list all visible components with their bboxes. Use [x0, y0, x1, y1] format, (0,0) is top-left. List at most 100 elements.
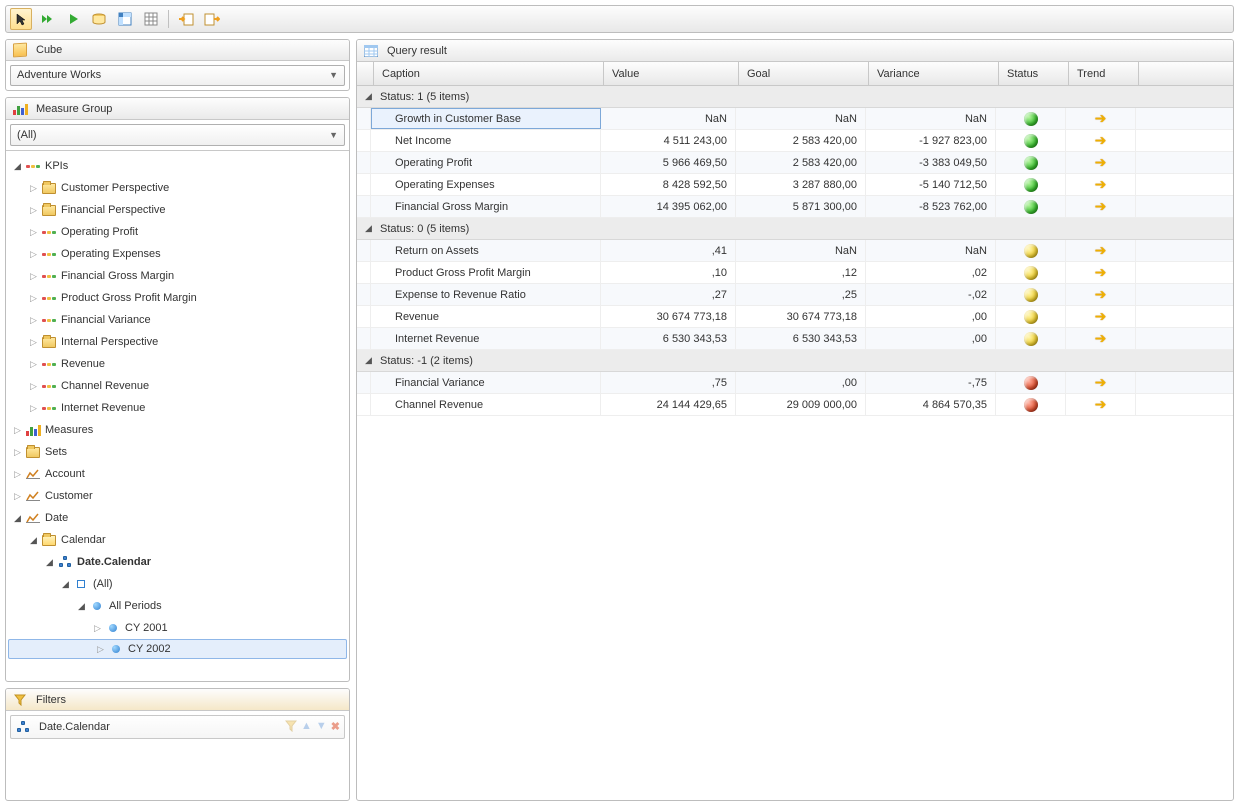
kpi-icon: [41, 246, 57, 262]
group-header[interactable]: ◢Status: 1 (5 items): [357, 86, 1233, 108]
column-header-caption[interactable]: Caption: [374, 62, 604, 85]
column-header-goal[interactable]: Goal: [739, 62, 869, 85]
collapse-icon: ◢: [12, 513, 23, 524]
tree-item[interactable]: ▷Internet Revenue: [6, 397, 349, 419]
tree-item[interactable]: ◢KPIs: [6, 155, 349, 177]
expand-icon: ▷: [28, 359, 39, 370]
cell-rest: [1136, 130, 1233, 151]
trend-flat-icon: ➔: [1095, 110, 1107, 127]
table-row[interactable]: Net Income4 511 243,002 583 420,00-1 927…: [357, 130, 1233, 152]
table-row[interactable]: Operating Profit5 966 469,502 583 420,00…: [357, 152, 1233, 174]
table-row[interactable]: Product Gross Profit Margin,10,12,02➔: [357, 262, 1233, 284]
tree-item[interactable]: ▷Channel Revenue: [6, 375, 349, 397]
metadata-tree[interactable]: ◢KPIs▷Customer Perspective▷Financial Per…: [6, 151, 349, 663]
query-result-panel: Query result Caption Value Goal Variance…: [356, 39, 1234, 801]
chevron-down-icon: ▼: [329, 70, 338, 80]
tree-item[interactable]: ◢(All): [6, 573, 349, 595]
tree-item[interactable]: ◢Date.Calendar: [6, 551, 349, 573]
grid-button[interactable]: [140, 8, 162, 30]
tree-item-label: Sets: [45, 446, 67, 458]
column-header-status[interactable]: Status: [999, 62, 1069, 85]
filter-up-icon[interactable]: ▲: [301, 720, 312, 735]
tree-item[interactable]: ◢Calendar: [6, 529, 349, 551]
tree-item[interactable]: ▷Account: [6, 463, 349, 485]
tree-item[interactable]: ▷CY 2001: [6, 617, 349, 639]
column-header-trend[interactable]: Trend: [1069, 62, 1139, 85]
status-green-icon: [1024, 112, 1038, 126]
status-yellow-icon: [1024, 266, 1038, 280]
folder-icon: [41, 180, 57, 196]
tree-item[interactable]: ▷Customer: [6, 485, 349, 507]
tree-item[interactable]: ▷Financial Gross Margin: [6, 265, 349, 287]
filter-remove-icon[interactable]: ✖: [331, 720, 340, 735]
tree-item[interactable]: ▷Financial Perspective: [6, 199, 349, 221]
collapse-icon: ◢: [28, 535, 39, 546]
expand-icon: ▷: [28, 293, 39, 304]
expand-icon: ▷: [92, 623, 103, 634]
status-green-icon: [1024, 200, 1038, 214]
kpi-root-icon: [25, 158, 41, 174]
tree-item[interactable]: ▷Measures: [6, 419, 349, 441]
table-row[interactable]: Expense to Revenue Ratio,27,25-,02➔: [357, 284, 1233, 306]
tree-item[interactable]: ◢All Periods: [6, 595, 349, 617]
filters-panel: Filters Date.Calendar▲▼✖: [5, 688, 350, 801]
cell-variance: ,00: [866, 328, 996, 349]
cell-rest: [1136, 262, 1233, 283]
column-header-variance[interactable]: Variance: [869, 62, 999, 85]
cell-goal: ,25: [736, 284, 866, 305]
cell-variance: NaN: [866, 240, 996, 261]
measures-icon: [25, 422, 41, 438]
trend-flat-icon: ➔: [1095, 154, 1107, 171]
export-button[interactable]: [201, 8, 223, 30]
tree-item[interactable]: ▷Internal Perspective: [6, 331, 349, 353]
kpi-icon: [41, 356, 57, 372]
cursor-tool-button[interactable]: [10, 8, 32, 30]
cell-caption: Expense to Revenue Ratio: [371, 284, 601, 305]
filter-funnel-icon[interactable]: [285, 720, 297, 735]
cell-trend: ➔: [1066, 262, 1136, 283]
expand-icon: ▷: [28, 205, 39, 216]
tree-item[interactable]: ▷Financial Variance: [6, 309, 349, 331]
group-header[interactable]: ◢Status: -1 (2 items): [357, 350, 1233, 372]
table-row[interactable]: Return on Assets,41NaNNaN➔: [357, 240, 1233, 262]
cube-header-label: Cube: [36, 44, 62, 56]
table-row[interactable]: Operating Expenses8 428 592,503 287 880,…: [357, 174, 1233, 196]
group-header[interactable]: ◢Status: 0 (5 items): [357, 218, 1233, 240]
table-row[interactable]: Growth in Customer BaseNaNNaNNaN➔: [357, 108, 1233, 130]
tree-item[interactable]: ◢ Date: [6, 507, 349, 529]
cube-selector[interactable]: Adventure Works ▼: [10, 65, 345, 86]
tree-item[interactable]: ▷Sets: [6, 441, 349, 463]
tree-item-label: Date: [45, 512, 68, 524]
column-header-value[interactable]: Value: [604, 62, 739, 85]
auto-run-button[interactable]: [36, 8, 58, 30]
expand-icon: ▷: [12, 425, 23, 436]
run-button[interactable]: [62, 8, 84, 30]
tree-item[interactable]: ▷Operating Profit: [6, 221, 349, 243]
table-row[interactable]: Internet Revenue6 530 343,536 530 343,53…: [357, 328, 1233, 350]
cell-variance: ,00: [866, 306, 996, 327]
view-sql-button[interactable]: [88, 8, 110, 30]
column-header-rest: [1139, 62, 1233, 85]
tree-item[interactable]: ▷Customer Perspective: [6, 177, 349, 199]
import-button[interactable]: [175, 8, 197, 30]
tree-item[interactable]: ▷Revenue: [6, 353, 349, 375]
status-green-icon: [1024, 156, 1038, 170]
table-row[interactable]: Channel Revenue24 144 429,6529 009 000,0…: [357, 394, 1233, 416]
bars-icon: [12, 101, 28, 117]
table-row[interactable]: Revenue30 674 773,1830 674 773,18,00➔: [357, 306, 1233, 328]
status-red-icon: [1024, 398, 1038, 412]
tree-item[interactable]: ▷Operating Expenses: [6, 243, 349, 265]
status-green-icon: [1024, 134, 1038, 148]
table-row[interactable]: Financial Variance,75,00-,75➔: [357, 372, 1233, 394]
tree-item[interactable]: ▷CY 2002: [8, 639, 347, 659]
measure-group-selector[interactable]: (All) ▼: [10, 124, 345, 146]
query-result-header: Query result: [357, 40, 1233, 62]
collapse-icon: ◢: [363, 355, 374, 366]
trend-flat-icon: ➔: [1095, 374, 1107, 391]
filter-down-icon[interactable]: ▼: [316, 720, 327, 735]
table-row[interactable]: Financial Gross Margin14 395 062,005 871…: [357, 196, 1233, 218]
filter-item[interactable]: Date.Calendar▲▼✖: [10, 715, 345, 739]
tree-item[interactable]: ▷Product Gross Profit Margin: [6, 287, 349, 309]
expand-icon: ▷: [28, 183, 39, 194]
pivot-button[interactable]: [114, 8, 136, 30]
